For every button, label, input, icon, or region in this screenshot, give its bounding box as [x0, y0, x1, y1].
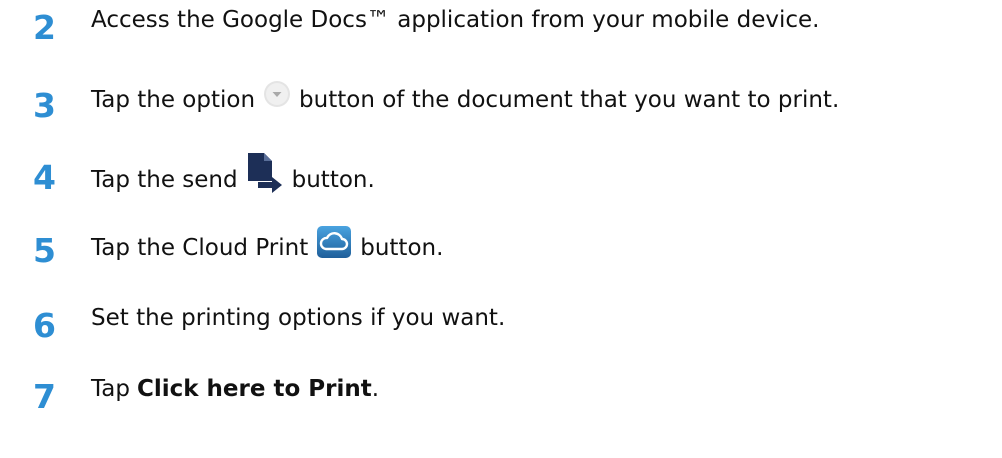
click-here-to-print-label: Click here to Print: [136, 376, 372, 402]
step-number: 2: [33, 8, 56, 47]
step-number: 5: [33, 231, 56, 270]
step-text: Tap Click here to Print .: [91, 371, 379, 407]
step-number: 6: [33, 306, 56, 345]
step-text: Access the Google Docs™ application from…: [91, 2, 819, 38]
step-4: 4 Tap the send button.: [0, 152, 1002, 200]
option-circle-icon: [263, 80, 291, 119]
step-6: 6 Set the printing options if you want.: [0, 300, 1002, 348]
cloud-print-icon: [316, 225, 352, 270]
step-text-after: button.: [360, 234, 444, 261]
step-text-before: Tap the Cloud Print: [91, 234, 309, 261]
step-7: 7 Tap Click here to Print .: [0, 371, 1002, 419]
step-text-content: Access the Google Docs™ application from…: [91, 7, 820, 33]
step-5: 5 Tap the Cloud Print button.: [0, 225, 1002, 273]
step-text-before: Tap the option: [91, 86, 256, 113]
step-number: 4: [33, 158, 56, 197]
step-text-before: Tap: [91, 376, 130, 402]
step-text: Tap the Cloud Print button.: [91, 225, 443, 270]
step-text: Tap the send button.: [91, 152, 375, 207]
step-3: 3 Tap the option button of the document …: [0, 80, 1002, 128]
step-text: Tap the option button of the document th…: [91, 80, 839, 119]
step-number: 3: [33, 86, 56, 125]
step-text-after: .: [371, 376, 380, 402]
step-text: Set the printing options if you want.: [91, 300, 505, 336]
step-text-after: button of the document that you want to …: [299, 86, 840, 113]
step-2: 2 Access the Google Docs™ application fr…: [0, 2, 1002, 50]
step-text-before: Tap the send: [91, 166, 238, 193]
step-text-after: button.: [291, 166, 375, 193]
send-document-icon: [246, 152, 284, 207]
step-number: 7: [33, 377, 56, 416]
instruction-steps: 2 Access the Google Docs™ application fr…: [0, 0, 1002, 458]
step-text-content: Set the printing options if you want.: [91, 305, 506, 331]
